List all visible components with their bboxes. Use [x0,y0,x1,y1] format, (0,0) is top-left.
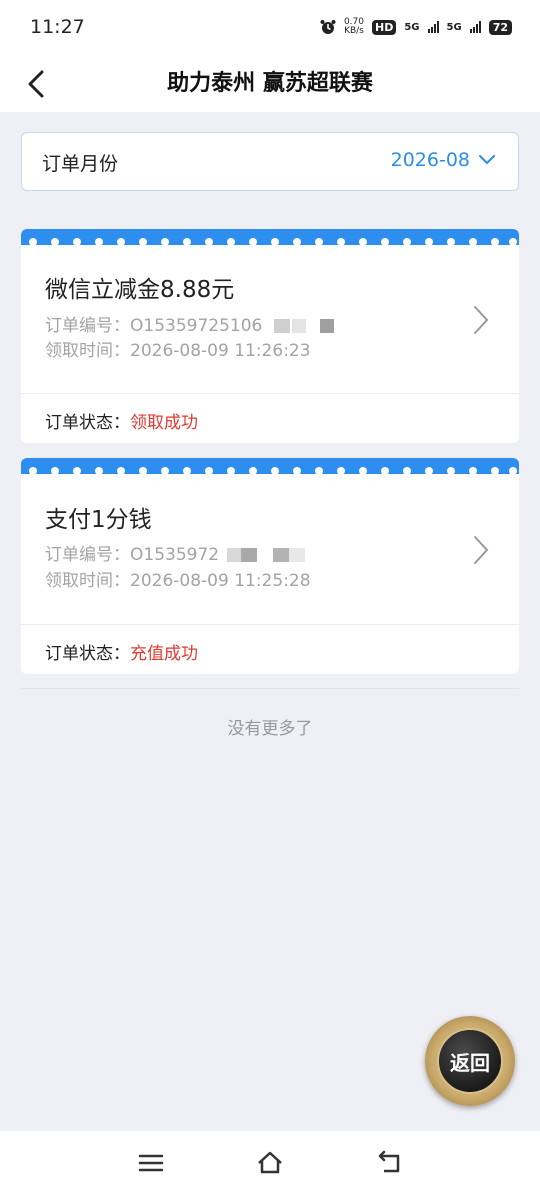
month-filter-value[interactable]: 2026-08 [391,149,496,171]
signal-label-1: 5G [404,21,420,33]
list-divider [21,688,519,689]
redacted-block [240,548,257,562]
redacted-block [226,548,241,562]
order-status: 领取成功 [130,413,198,433]
card-band-dots [29,467,517,474]
order-number: O15359725106 [130,316,263,336]
order-time-line: 领取时间：2026-08-09 11:26:23 [45,336,311,361]
menu-icon[interactable] [137,1149,165,1177]
order-time-label: 领取时间： [45,571,130,591]
battery-icon: 72 [488,19,512,35]
page-title: 助力泰州 赢苏超联赛 [167,71,373,96]
net-speed-unit: KB/s [344,26,364,36]
order-time-line: 领取时间：2026-08-09 11:25:28 [45,566,311,591]
order-title: 支付1分钱 [45,507,152,533]
month-filter[interactable]: 订单月份 2026-08 [21,132,519,191]
status-icons: 0.70 KB/s HD 5G 5G 72 [320,18,512,36]
home-icon[interactable] [256,1149,284,1177]
redacted-block [272,548,289,562]
redacted-block [273,319,290,333]
order-time: 2026-08-09 11:25:28 [130,571,311,591]
order-number-line: 订单编号：O1535972 [45,540,305,565]
order-title: 微信立减金8.88元 [45,277,235,303]
signal-icon [427,21,439,33]
no-more-text: 没有更多了 [227,719,313,739]
card-band-dots [29,238,517,245]
card-divider [21,624,519,625]
card-band [21,229,519,245]
redacted-block [288,548,305,562]
order-number-line: 订单编号：O15359725106 [45,311,334,336]
order-status-label: 订单状态： [45,413,130,433]
order-card[interactable]: 微信立减金8.88元 订单编号：O15359725106 领取时间：2026-0… [21,229,519,443]
order-status: 充值成功 [130,644,198,664]
order-time-label: 领取时间： [45,341,130,361]
month-filter-label: 订单月份 [42,153,119,175]
order-number-label: 订单编号： [45,316,130,336]
chevron-right-icon[interactable] [473,535,489,565]
chevron-right-icon[interactable] [473,305,489,335]
card-divider [21,393,519,394]
card-band [21,458,519,474]
back-icon[interactable] [376,1149,404,1177]
order-status-line: 订单状态：充值成功 [45,639,198,664]
order-status-label: 订单状态： [45,644,130,664]
chevron-down-icon [479,155,495,165]
hd-icon: HD [372,19,397,35]
net-speed: 0.70 KB/s [344,18,364,36]
signal-label-2: 5G [446,21,462,33]
order-card[interactable]: 支付1分钱 订单编号：O1535972 领取时间：2026-08-09 11:2… [21,458,519,674]
redacted-block [319,319,334,333]
order-number-label: 订单编号： [45,545,130,565]
return-button[interactable]: 返回 [425,1016,515,1106]
status-bar: 11:27 0.70 KB/s HD 5G 5G 72 [0,0,540,56]
month-filter-value-text: 2026-08 [390,149,470,171]
nav-bar: 助力泰州 赢苏超联赛 [0,56,540,112]
system-nav-bar [0,1131,540,1194]
signal-icon [469,21,481,33]
alarm-icon [320,20,336,34]
return-button-label: 返回 [437,1028,503,1094]
order-time: 2026-08-09 11:26:23 [130,341,311,361]
status-time: 11:27 [30,16,85,38]
order-status-line: 订单状态：领取成功 [45,408,198,433]
order-number: O1535972 [130,545,220,565]
redacted-block [291,319,306,333]
